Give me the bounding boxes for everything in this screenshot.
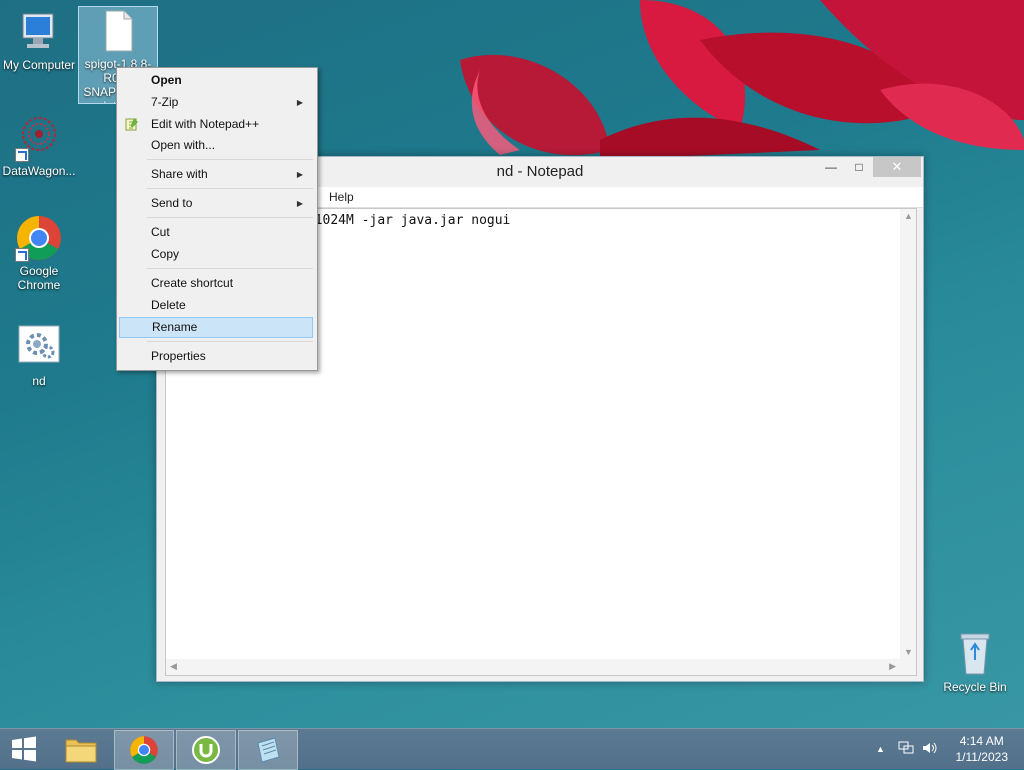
scroll-up-icon[interactable]: ▲ — [904, 211, 913, 221]
shortcut-arrow-icon — [15, 248, 29, 262]
file-icon — [94, 7, 142, 55]
taskbar-file-explorer[interactable] — [52, 730, 110, 768]
menu-item-open-with[interactable]: Open with... — [119, 135, 313, 156]
desktop-icon-label: DataWagon... — [2, 164, 76, 178]
show-hidden-icons-button[interactable]: ▲ — [876, 744, 885, 754]
desktop-icon-label: My Computer — [2, 58, 76, 72]
datawagon-icon — [15, 114, 63, 162]
scroll-down-icon[interactable]: ▼ — [904, 647, 913, 657]
desktop-icon-my-computer[interactable]: My Computer — [0, 8, 78, 72]
menu-item-rename[interactable]: Rename — [119, 317, 313, 338]
folder-icon — [65, 739, 97, 763]
network-icon[interactable] — [898, 741, 914, 758]
minimize-button[interactable]: — — [817, 157, 845, 177]
taskbar-utorrent[interactable] — [176, 730, 236, 770]
desktop-icon-label: nd — [32, 374, 46, 388]
menu-item-edit-notepadpp[interactable]: Edit with Notepad++ — [119, 114, 313, 135]
menu-separator — [147, 188, 313, 189]
menu-item-send-to[interactable]: Send to ▶ — [119, 193, 313, 214]
chrome-icon — [130, 736, 158, 764]
close-button[interactable]: ✕ — [873, 157, 921, 177]
utorrent-icon — [192, 736, 220, 764]
vertical-scrollbar[interactable]: ▲ ▼ — [900, 209, 916, 659]
computer-icon — [15, 8, 63, 56]
desktop-icon-label: Google Chrome — [17, 264, 61, 292]
desktop-icon-google-chrome[interactable]: Google Chrome — [0, 214, 78, 292]
menu-item-copy[interactable]: Copy — [119, 244, 313, 265]
desktop-icon-recycle-bin[interactable]: Recycle Bin — [936, 630, 1014, 694]
menu-item-share-with[interactable]: Share with ▶ — [119, 164, 313, 185]
menu-item-create-shortcut[interactable]: Create shortcut — [119, 273, 313, 294]
desktop-icon-datawagon[interactable]: DataWagon... — [0, 114, 78, 178]
windows-logo-icon — [12, 736, 36, 762]
menu-item-7zip[interactable]: 7-Zip ▶ — [119, 92, 313, 113]
notepadpp-icon — [125, 118, 138, 131]
taskbar: ▲ 4:14 AM 1/11/2023 — [0, 728, 1024, 770]
menu-help[interactable]: Help — [329, 190, 354, 204]
submenu-arrow-icon: ▶ — [296, 170, 303, 179]
start-button[interactable] — [0, 730, 48, 768]
menu-item-open[interactable]: Open — [119, 70, 313, 91]
submenu-arrow-icon: ▶ — [296, 199, 303, 208]
taskbar-chrome[interactable] — [114, 730, 174, 770]
clock-date: 1/11/2023 — [955, 750, 1009, 764]
desktop-icon-label: Recycle Bin — [943, 680, 1007, 694]
desktop-icon-nd[interactable]: nd — [0, 324, 78, 388]
settings-file-icon — [15, 324, 63, 372]
volume-icon[interactable] — [922, 741, 938, 758]
context-menu: Open 7-Zip ▶ Edit with Notepad++ Open wi… — [116, 67, 318, 371]
menu-separator — [147, 268, 313, 269]
recycle-bin-icon — [951, 630, 999, 678]
shortcut-arrow-icon — [15, 148, 29, 162]
clock-time: 4:14 AM — [959, 734, 1004, 748]
notepad-icon — [257, 737, 280, 763]
menu-separator — [147, 341, 313, 342]
menu-item-cut[interactable]: Cut — [119, 222, 313, 243]
system-clock[interactable]: 4:14 AM 1/11/2023 — [956, 733, 1009, 765]
menu-separator — [147, 217, 313, 218]
chrome-icon — [15, 214, 63, 262]
menu-separator — [147, 159, 313, 160]
maximize-button[interactable]: □ — [845, 157, 873, 177]
horizontal-scrollbar[interactable]: ◀ ▶ — [166, 659, 916, 675]
taskbar-notepad[interactable] — [238, 730, 298, 770]
submenu-arrow-icon: ▶ — [296, 98, 303, 107]
scroll-left-icon[interactable]: ◀ — [170, 661, 177, 672]
menu-item-delete[interactable]: Delete — [119, 295, 313, 316]
scroll-right-icon[interactable]: ▶ — [889, 661, 896, 672]
menu-item-properties[interactable]: Properties — [119, 346, 313, 367]
